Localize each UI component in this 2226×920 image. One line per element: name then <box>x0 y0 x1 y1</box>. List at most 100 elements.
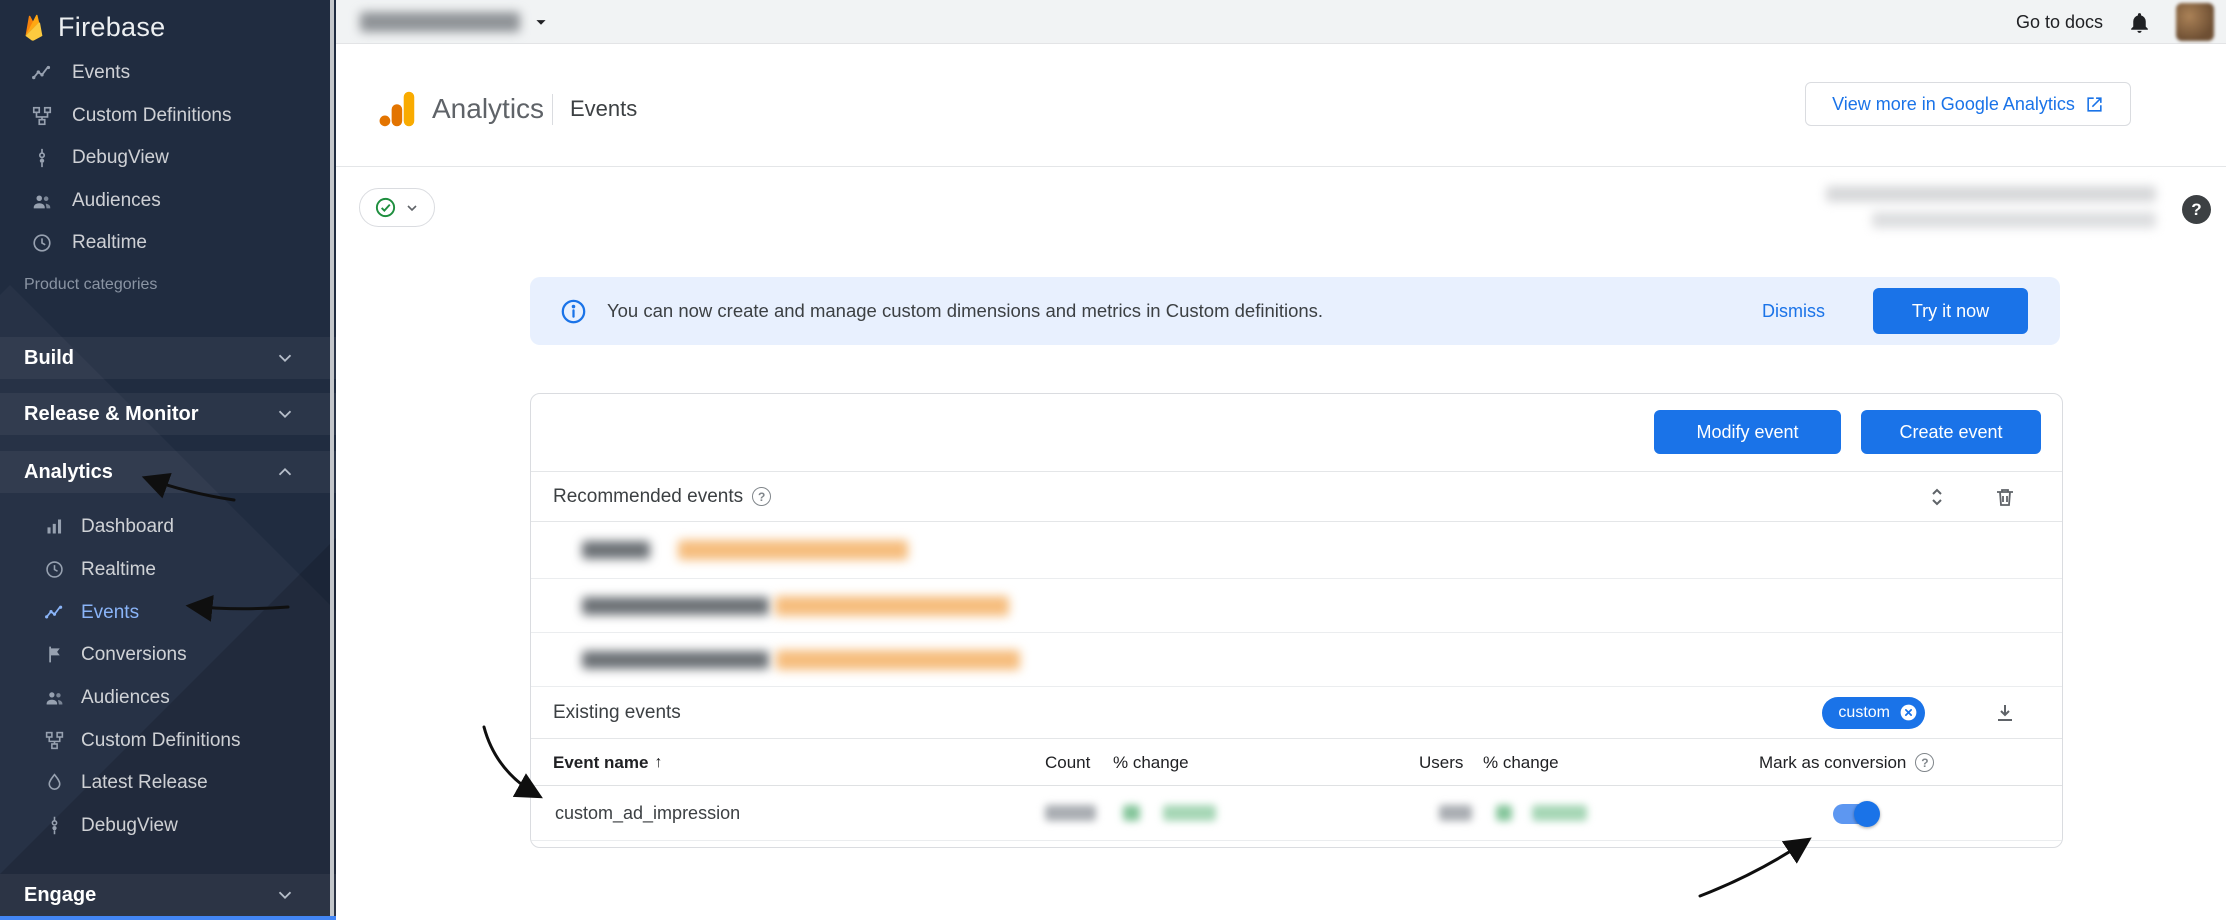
sidebar-item-label: Realtime <box>81 559 156 581</box>
sidebar-item-custom-definitions[interactable]: Custom Definitions <box>0 719 336 762</box>
sidebar-accent-line <box>0 916 336 920</box>
redacted-event-name <box>582 597 769 615</box>
sort-ascending-icon: ↑ <box>654 754 662 772</box>
event-table-row: custom_ad_impression <box>531 786 2062 841</box>
sidebar-item-label: Audiences <box>81 687 170 709</box>
unfold-sort-icon[interactable] <box>1925 485 1949 509</box>
sidebar-item-audiences-top[interactable]: Audiences <box>0 179 336 222</box>
redacted-date-range-line-1 <box>1826 186 2156 202</box>
sidebar-item-dashboard[interactable]: Dashboard <box>0 505 336 548</box>
events-card: Modify event Create event Recommended ev… <box>530 393 2063 848</box>
sidebar-item-audiences[interactable]: Audiences <box>0 676 336 719</box>
recommended-events-title: Recommended events <box>553 486 743 508</box>
sidebar-item-label: Custom Definitions <box>81 730 240 752</box>
mark-as-conversion-toggle[interactable] <box>1833 804 1878 824</box>
modify-event-button[interactable]: Modify event <box>1654 410 1841 454</box>
custom-definitions-banner: You can now create and manage custom dim… <box>530 277 2060 345</box>
sidebar-item-realtime-top[interactable]: Realtime <box>0 221 336 264</box>
sidebar-item-latest-release[interactable]: Latest Release <box>0 761 336 804</box>
view-more-in-google-analytics-button[interactable]: View more in Google Analytics <box>1805 82 2131 126</box>
column-header-event-name[interactable]: Event name ↑ <box>553 739 662 786</box>
sidebar-item-label: Audiences <box>72 190 161 212</box>
sidebar-item-conversions[interactable]: Conversions <box>0 633 336 676</box>
download-icon[interactable] <box>1993 701 2017 725</box>
sidebar-item-label: Realtime <box>72 232 147 254</box>
date-range-selector[interactable] <box>1826 183 2160 235</box>
sidebar-section-build[interactable]: Build <box>0 337 336 379</box>
redacted-event-name <box>582 651 769 669</box>
user-avatar[interactable] <box>2176 3 2214 41</box>
debugview-icon <box>42 814 66 838</box>
sidebar-item-custom-definitions-top[interactable]: Custom Definitions <box>0 94 336 137</box>
existing-events-header: Existing events custom <box>531 687 2062 739</box>
column-header-count-change[interactable]: % change <box>1113 739 1189 786</box>
existing-events-title: Existing events <box>553 702 681 724</box>
firebase-logo-icon <box>20 11 48 43</box>
chevron-down-icon <box>274 884 296 906</box>
firebase-brand[interactable]: Firebase <box>20 6 165 48</box>
event-name-cell: custom_ad_impression <box>555 786 740 841</box>
redacted-event-description <box>775 596 1009 616</box>
help-icon[interactable]: ? <box>2182 195 2211 224</box>
info-icon <box>560 298 587 325</box>
notifications-bell-icon[interactable] <box>2127 10 2152 35</box>
toggle-knob <box>1854 801 1880 827</box>
sidebar-section-analytics[interactable]: Analytics <box>0 451 336 493</box>
sidebar-section-release-monitor[interactable]: Release & Monitor <box>0 393 336 435</box>
chevron-up-icon <box>274 461 296 483</box>
try-it-now-button[interactable]: Try it now <box>1873 288 2028 334</box>
chevron-down-icon <box>274 403 296 425</box>
chip-label: custom <box>1838 704 1890 722</box>
debugview-icon <box>30 146 54 170</box>
column-header-count[interactable]: Count <box>1045 739 1090 786</box>
custom-definitions-icon <box>42 729 66 753</box>
google-analytics-logo-icon <box>374 86 420 132</box>
custom-filter-chip[interactable]: custom <box>1822 697 1925 729</box>
dismiss-button[interactable]: Dismiss <box>1762 301 1825 322</box>
sidebar-item-label: Latest Release <box>81 772 208 794</box>
recommended-event-row[interactable] <box>531 579 2062 633</box>
custom-definitions-icon <box>30 104 54 128</box>
project-selector[interactable] <box>360 8 552 36</box>
banner-message: You can now create and manage custom dim… <box>607 300 1323 322</box>
help-icon[interactable]: ? <box>1915 753 1934 772</box>
create-event-button[interactable]: Create event <box>1861 410 2041 454</box>
sidebar-item-realtime[interactable]: Realtime <box>0 548 336 591</box>
topbar: Go to docs <box>336 0 2226 44</box>
redacted-users-change-value <box>1532 805 1587 821</box>
brand-name: Firebase <box>58 12 165 43</box>
column-header-users[interactable]: Users <box>1419 739 1463 786</box>
sidebar-item-debugview[interactable]: DebugView <box>0 804 336 847</box>
page-title: Events <box>570 86 637 132</box>
recommended-event-row[interactable] <box>531 633 2062 687</box>
trash-icon[interactable] <box>1993 485 2017 509</box>
audiences-icon <box>30 189 54 213</box>
close-icon[interactable] <box>1898 702 1919 723</box>
recommended-event-row[interactable] <box>531 522 2062 579</box>
chevron-down-icon <box>404 200 420 216</box>
topbar-actions: Go to docs <box>2016 0 2214 44</box>
sidebar-item-events-top[interactable]: Events <box>0 51 336 94</box>
redacted-users-value <box>1439 805 1472 821</box>
redacted-project-name <box>360 12 520 32</box>
sidebar-section-engage[interactable]: Engage <box>0 874 336 916</box>
help-icon[interactable]: ? <box>752 487 771 506</box>
firebase-console-page: Firebase Events Custom Definitions Debug… <box>0 0 2226 920</box>
chevron-down-icon <box>274 347 296 369</box>
recommended-events-header: Recommended events ? <box>531 471 2062 522</box>
column-header-users-change[interactable]: % change <box>1483 739 1559 786</box>
sidebar-item-events[interactable]: Events <box>0 591 336 634</box>
realtime-clock-icon <box>30 231 54 255</box>
redacted-count-value <box>1045 805 1096 821</box>
redacted-event-description <box>678 540 908 560</box>
sidebar-item-debugview-top[interactable]: DebugView <box>0 136 336 179</box>
section-label: Build <box>24 347 74 370</box>
redacted-count-change-icon <box>1123 805 1140 821</box>
column-header-mark-as-conversion[interactable]: Mark as conversion ? <box>1759 739 1934 786</box>
event-status-filter-chip[interactable] <box>359 188 435 227</box>
redacted-event-name <box>582 541 650 559</box>
go-to-docs-link[interactable]: Go to docs <box>2016 12 2103 33</box>
events-icon <box>30 61 54 85</box>
sidebar-scrollbar[interactable] <box>330 0 334 920</box>
sidebar-item-label: Custom Definitions <box>72 105 231 127</box>
